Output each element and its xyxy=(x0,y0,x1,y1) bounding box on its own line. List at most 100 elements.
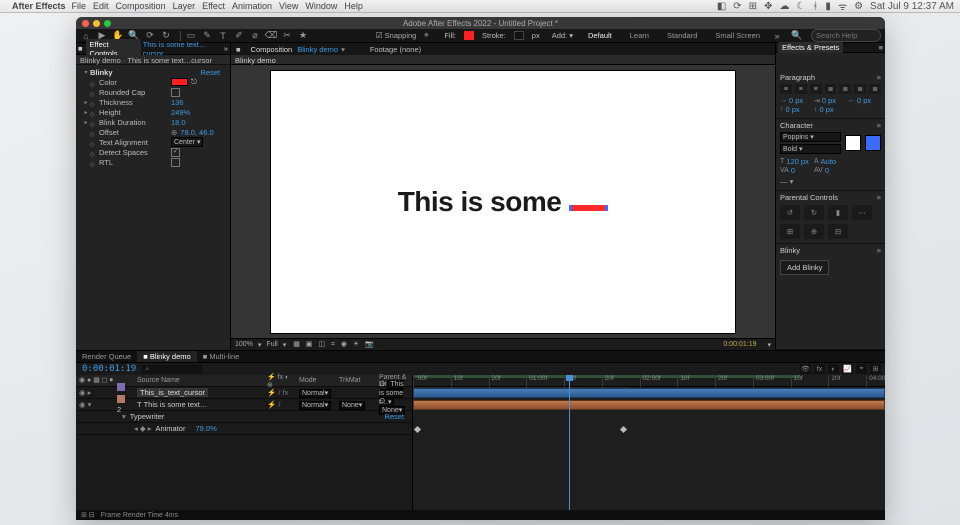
stopwatch-icon[interactable] xyxy=(90,99,97,106)
font-family-select[interactable]: Poppins ▾ xyxy=(780,132,841,142)
tl-btn-shy-icon[interactable]: 👁 xyxy=(800,364,811,374)
prop-color-swatch[interactable] xyxy=(171,78,188,86)
pc-btn-1[interactable]: ↺ xyxy=(780,205,800,220)
panel-menu-icon[interactable]: ≡ xyxy=(877,246,881,255)
layer-bar[interactable] xyxy=(413,400,885,410)
pickwhip-icon[interactable]: ⊙ xyxy=(379,396,385,405)
prop-blink-value[interactable]: 18.0 xyxy=(171,118,228,127)
animator-prop-value[interactable]: 79.0% xyxy=(195,424,412,433)
tl-btn-snap-icon[interactable]: ⌖ xyxy=(856,364,867,374)
pc-btn-4[interactable]: ⋯ xyxy=(852,205,872,220)
layer-color-chip[interactable] xyxy=(117,383,125,391)
indent-right-field[interactable]: ←0 px xyxy=(848,96,879,105)
menu-animation[interactable]: Animation xyxy=(232,1,272,11)
crosshair-icon[interactable]: ⊕ xyxy=(171,128,177,137)
menu-composition[interactable]: Composition xyxy=(116,1,166,11)
mask-icon[interactable]: ▣ xyxy=(306,341,313,348)
effect-reset[interactable]: Reset xyxy=(200,68,220,77)
panel-menu-icon[interactable]: ≡ xyxy=(877,73,881,82)
timeline-layer-row[interactable]: ◉ ▾ 2 T This is some text… ⚡ / Normal▾ N… xyxy=(76,399,412,411)
transparency-icon[interactable]: ◫ xyxy=(318,341,325,348)
workspace-default[interactable]: Default xyxy=(581,30,619,41)
workspace-small[interactable]: Small Screen xyxy=(708,30,767,41)
panel-menu-icon[interactable]: » xyxy=(224,44,228,53)
tab-multi-line[interactable]: ■ Multi-line xyxy=(197,351,246,362)
prop-detect-checkbox[interactable]: ✓ xyxy=(171,148,180,157)
effect-controls-tab-icon[interactable]: ■ xyxy=(78,44,83,53)
tl-btn-cc-icon[interactable]: ⊞ xyxy=(870,364,881,374)
align-left-icon[interactable]: ≡ xyxy=(780,84,792,94)
panel-menu-icon[interactable]: ≡ xyxy=(877,121,881,130)
char-more-icon[interactable]: — ▾ xyxy=(780,177,881,186)
stopwatch-icon[interactable] xyxy=(90,119,97,126)
keyframe-icon[interactable] xyxy=(414,426,421,433)
menubar-app-name[interactable]: After Effects xyxy=(12,1,66,11)
snap-opt-icon[interactable]: ⌖ xyxy=(420,30,432,42)
zoom-dropdown-icon[interactable]: ▾ xyxy=(258,341,262,349)
tl-btn-graph-icon[interactable]: 📈 xyxy=(842,364,853,374)
tracking-field[interactable]: AV0 xyxy=(814,166,845,175)
disclosure-icon[interactable]: ▸ xyxy=(82,99,90,106)
tab-blinky-demo[interactable]: ■ Blinky demo xyxy=(137,351,196,362)
menu-file[interactable]: File xyxy=(72,1,87,11)
resolution-value[interactable]: Full xyxy=(266,341,277,348)
exposure-icon[interactable]: ☀ xyxy=(353,341,359,348)
eyedropper-icon[interactable]: ⎋ xyxy=(191,77,197,87)
pc-btn-5[interactable]: ⊞ xyxy=(780,224,800,239)
keyframe-nav-icon[interactable]: ◂ ◆ ▸ xyxy=(134,424,151,433)
clone-tool-icon[interactable]: ⌀ xyxy=(249,30,261,42)
tl-btn-fx-icon[interactable]: fx xyxy=(814,364,825,374)
align-right-icon[interactable]: ≡ xyxy=(810,84,822,94)
workspace-menu-icon[interactable]: » xyxy=(771,30,783,42)
leading-field[interactable]: AAuto xyxy=(814,157,845,166)
composition-subtab[interactable]: Blinky demo xyxy=(231,55,775,65)
layer-name[interactable]: This_is_text_cursor xyxy=(137,388,208,397)
pc-btn-2[interactable]: ↻ xyxy=(804,205,824,220)
stopwatch-icon[interactable] xyxy=(90,139,97,146)
justify-center-icon[interactable]: ≣ xyxy=(839,84,851,94)
close-icon[interactable] xyxy=(82,20,89,27)
toggle-switches-icon[interactable]: ⊞ ⊟ xyxy=(81,511,95,519)
snapping-checkbox[interactable]: Snapping xyxy=(375,31,416,40)
channel-icon[interactable]: ◉ xyxy=(341,341,347,348)
add-blinky-button[interactable]: Add Blinky xyxy=(780,260,829,275)
indent-left-field[interactable]: →0 px xyxy=(780,96,811,105)
snapshot-icon[interactable]: 📷 xyxy=(365,341,374,348)
tab-render-queue[interactable]: Render Queue xyxy=(76,351,137,362)
menu-layer[interactable]: Layer xyxy=(173,1,196,11)
kerning-field[interactable]: VA0 xyxy=(780,166,811,175)
tl-btn-mb-icon[interactable]: ◐ xyxy=(828,364,839,374)
search-icon[interactable]: 🔍 xyxy=(791,30,803,42)
viewer-timecode[interactable]: 0:00:01:19 xyxy=(723,341,756,348)
add-dropdown[interactable]: Add: ▾ xyxy=(548,30,577,41)
fx-disclosure-icon[interactable]: ▾ xyxy=(82,69,90,76)
stopwatch-icon[interactable] xyxy=(90,89,97,96)
composition-tab[interactable]: Composition xyxy=(246,44,298,55)
layer-mode-select[interactable]: Normal▾ xyxy=(299,401,331,410)
menu-help[interactable]: Help xyxy=(344,1,363,11)
composition-tab-icon[interactable]: ■ xyxy=(231,44,246,55)
workspace-learn[interactable]: Learn xyxy=(623,30,656,41)
comp-dropdown-icon[interactable]: ▾ xyxy=(341,45,345,54)
zoom-value[interactable]: 100% xyxy=(235,341,253,348)
pc-btn-3[interactable]: ▮ xyxy=(828,205,848,220)
minimize-icon[interactable] xyxy=(93,20,100,27)
workspace-standard[interactable]: Standard xyxy=(660,30,704,41)
panel-menu-icon[interactable]: ≡ xyxy=(877,193,881,202)
composition-viewport[interactable]: This is some xyxy=(231,65,775,338)
font-style-select[interactable]: Bold ▾ xyxy=(780,144,841,154)
justify-all-icon[interactable]: ≣ xyxy=(869,84,881,94)
prop-align-select[interactable]: Center ▾ xyxy=(171,137,203,147)
effects-presets-tab[interactable]: Effects & Presets xyxy=(778,42,843,53)
pc-btn-7[interactable]: ⊟ xyxy=(828,224,848,239)
composition-name-link[interactable]: Blinky demo xyxy=(297,45,338,54)
stopwatch-icon[interactable] xyxy=(90,149,97,156)
space-after-field[interactable]: ↓0 px xyxy=(814,105,845,114)
panel-menu-icon[interactable]: ≡ xyxy=(879,43,883,52)
justify-left-icon[interactable]: ≣ xyxy=(825,84,837,94)
grid-icon[interactable]: ▦ xyxy=(293,341,300,348)
prop-rtl-checkbox[interactable] xyxy=(171,158,180,167)
timeline-search[interactable] xyxy=(142,365,202,374)
zoom-icon[interactable] xyxy=(104,20,111,27)
stopwatch-icon[interactable] xyxy=(90,79,97,86)
